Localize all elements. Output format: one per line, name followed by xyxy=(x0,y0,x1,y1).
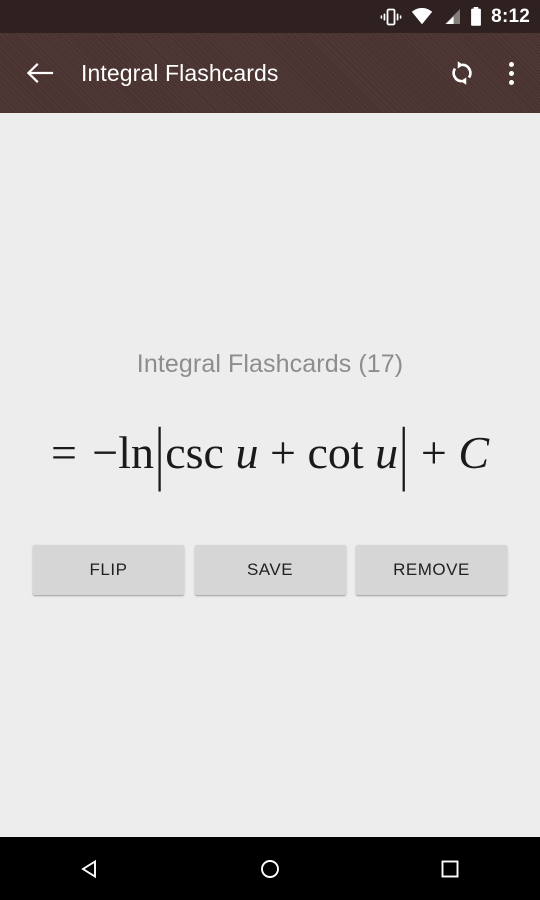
formula-constant: C xyxy=(458,427,489,478)
formula-csc: csc xyxy=(165,427,224,478)
formula-plus-1: + xyxy=(269,427,296,478)
battery-icon xyxy=(470,7,482,26)
nav-home-button[interactable] xyxy=(230,837,310,900)
deck-title: Integral Flashcards (17) xyxy=(136,350,404,378)
overflow-menu-icon xyxy=(508,61,514,85)
refresh-button[interactable] xyxy=(436,45,488,101)
app-bar-title: Integral Flashcards xyxy=(81,59,279,86)
wifi-icon xyxy=(411,8,433,25)
formula-plus-2: + xyxy=(420,427,447,478)
square-recents-icon xyxy=(438,857,462,881)
nav-recents-button[interactable] xyxy=(410,837,490,900)
formula-variable-1: u xyxy=(235,427,259,478)
app-bar: Integral Flashcards xyxy=(0,33,540,113)
formula-equals: = xyxy=(50,427,77,478)
flashcard-formula: = −ln|csc u + cot u| + C xyxy=(0,417,540,488)
formula-cot: cot xyxy=(307,427,364,478)
vibrate-icon xyxy=(380,8,402,26)
system-navigation-bar xyxy=(0,837,540,900)
back-button[interactable] xyxy=(12,45,68,101)
content-area: Integral Flashcards (17) = −ln|csc u + c… xyxy=(0,113,540,837)
formula-open-bar: | xyxy=(155,412,165,492)
overflow-menu-button[interactable] xyxy=(488,45,534,101)
flip-button[interactable]: FLIP xyxy=(33,545,184,595)
formula-ln: ln xyxy=(118,427,155,478)
cellular-signal-icon xyxy=(442,8,461,25)
card-action-buttons: FLIP SAVE REMOVE xyxy=(33,545,507,595)
save-button[interactable]: SAVE xyxy=(194,545,346,595)
arrow-back-icon xyxy=(26,61,54,85)
refresh-icon xyxy=(447,58,477,88)
circle-home-icon xyxy=(258,857,282,881)
nav-back-button[interactable] xyxy=(50,837,130,900)
formula-close-bar: | xyxy=(399,412,409,492)
status-bar-clock: 8:12 xyxy=(491,6,530,27)
triangle-back-icon xyxy=(78,857,102,881)
status-bar-icons xyxy=(380,7,482,26)
formula-variable-2: u xyxy=(375,427,399,478)
status-bar: 8:12 xyxy=(0,0,540,33)
phone-screen: 8:12 Integral Flashcards Integral Flashc… xyxy=(0,0,540,900)
formula-minus: − xyxy=(92,427,119,478)
remove-button[interactable]: REMOVE xyxy=(356,545,507,595)
